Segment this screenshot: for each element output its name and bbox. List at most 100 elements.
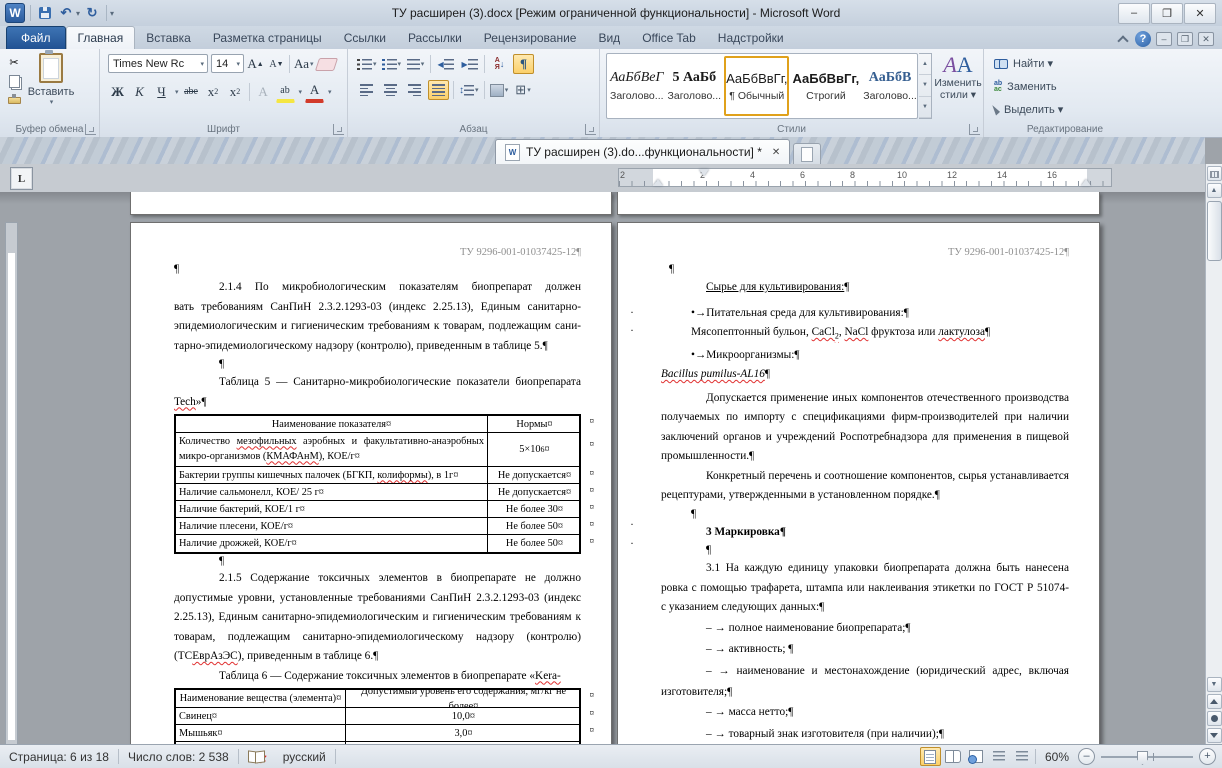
bold-button[interactable]: Ж xyxy=(108,82,127,102)
tab-references[interactable]: Ссылки xyxy=(333,27,397,49)
paste-dropdown-icon[interactable]: ▾ xyxy=(50,98,54,106)
show-formatting-marks-button[interactable]: ¶ xyxy=(513,54,535,74)
numbering-button[interactable]: ▾ xyxy=(381,54,403,74)
copy-button[interactable] xyxy=(4,74,24,89)
first-line-indent-marker[interactable] xyxy=(699,169,709,176)
italic-button[interactable]: К xyxy=(130,82,149,102)
right-indent-marker[interactable] xyxy=(1081,179,1091,186)
align-right-button[interactable] xyxy=(404,80,425,100)
hanging-indent-marker[interactable] xyxy=(653,179,663,186)
restore-button[interactable]: ❐ xyxy=(1151,2,1183,24)
gallery-down-icon[interactable]: ▼ xyxy=(919,75,931,97)
vertical-scrollbar[interactable]: ▲ ▼ xyxy=(1205,164,1222,745)
font-color-dropdown-icon[interactable]: ▾ xyxy=(328,88,332,96)
paragraph-dialog-launcher-icon[interactable] xyxy=(585,124,596,135)
document-tab[interactable]: W ТУ расширен (3).do...функциональности]… xyxy=(495,139,791,164)
tab-mailings[interactable]: Рассылки xyxy=(397,27,473,49)
underline-button[interactable]: Ч xyxy=(152,82,171,102)
page-number-indicator[interactable]: Страница: 6 из 18 xyxy=(0,745,118,768)
draft-view-button[interactable] xyxy=(1012,747,1033,766)
app-icon[interactable]: W xyxy=(5,3,25,23)
tab-stop-selector[interactable]: L xyxy=(10,167,33,190)
paste-button[interactable]: Вставить ▾ xyxy=(28,50,74,119)
sort-button[interactable]: А Я ↓ xyxy=(489,54,510,74)
borders-button[interactable]: ⊞ ▾ xyxy=(513,80,534,100)
page-right[interactable]: · · · · ТУ 9296-001-01037425-12¶ ¶ Сырье… xyxy=(617,222,1100,745)
font-size-dropdown-icon[interactable]: ▾ xyxy=(236,60,243,68)
style-item-normal-selected[interactable]: АаБбВвГг, ¶ Обычный xyxy=(724,56,790,116)
redo-button[interactable]: ↻ xyxy=(83,4,101,22)
highlight-color-button[interactable]: ab xyxy=(275,80,295,103)
doc-restore-icon[interactable]: ❐ xyxy=(1177,32,1193,46)
underline-dropdown-icon[interactable]: ▾ xyxy=(175,88,179,96)
tab-home[interactable]: Главная xyxy=(65,26,136,49)
tab-insert[interactable]: Вставка xyxy=(135,27,202,49)
zoom-slider[interactable] xyxy=(1101,749,1193,765)
tab-page-layout[interactable]: Разметка страницы xyxy=(202,27,333,49)
minimize-button[interactable]: – xyxy=(1118,2,1150,24)
cut-button[interactable]: ✂ xyxy=(4,55,24,70)
language-indicator[interactable]: русский xyxy=(274,745,335,768)
replace-button[interactable]: ab ac Заменить xyxy=(994,78,1057,95)
align-center-button[interactable] xyxy=(380,80,401,100)
print-layout-view-button[interactable] xyxy=(919,747,941,766)
tab-addins[interactable]: Надстройки xyxy=(707,27,795,49)
new-document-tab-button[interactable] xyxy=(793,143,822,164)
gallery-more-icon[interactable]: ▼ xyxy=(919,97,931,118)
outline-view-button[interactable] xyxy=(989,747,1010,766)
undo-dropdown-icon[interactable]: ▾ xyxy=(76,9,80,18)
undo-button[interactable]: ↶ xyxy=(57,4,75,22)
proofing-errors-button[interactable]: ✗ xyxy=(239,745,274,768)
shading-button[interactable]: ▾ xyxy=(489,80,510,100)
font-color-button[interactable]: А xyxy=(305,80,325,103)
scrollbar-thumb[interactable] xyxy=(1206,201,1222,261)
subscript-button[interactable]: x2 xyxy=(204,82,223,102)
line-spacing-button[interactable]: ↕ ▾ xyxy=(458,80,480,100)
page-left[interactable]: ТУ 9296-001-01037425-12¶ ¶ 2.1.4 По микр… xyxy=(130,222,612,745)
tab-office-tab[interactable]: Office Tab xyxy=(631,27,707,49)
horizontal-ruler[interactable]: 2 2 4 6 8 10 12 14 16 xyxy=(618,168,1112,187)
style-item-heading2[interactable]: 5 АаБб Заголово... xyxy=(667,56,723,116)
close-button[interactable]: ✕ xyxy=(1184,2,1216,24)
select-button[interactable]: Выделить ▾ xyxy=(992,101,1063,118)
increase-indent-button[interactable]: ▶ xyxy=(459,54,480,74)
strikethrough-button[interactable]: abe xyxy=(182,82,201,102)
tab-file[interactable]: Файл xyxy=(6,26,66,49)
scroll-down-button[interactable]: ▼ xyxy=(1206,677,1222,692)
shrink-font-button[interactable]: А ▼ xyxy=(267,54,286,74)
superscript-button[interactable]: x2 xyxy=(226,82,245,102)
zoom-level-button[interactable]: 60% xyxy=(1038,750,1076,764)
web-layout-view-button[interactable] xyxy=(966,747,987,766)
ruler-toggle-button[interactable] xyxy=(1206,166,1222,181)
scroll-up-button[interactable]: ▲ xyxy=(1206,183,1222,198)
grow-font-button[interactable]: А ▲ xyxy=(246,54,265,74)
decrease-indent-button[interactable]: ◀ xyxy=(435,54,456,74)
multilevel-list-button[interactable]: ▾ xyxy=(405,54,426,74)
collapse-ribbon-icon[interactable] xyxy=(1116,35,1130,43)
document-tab-close-icon[interactable]: ✕ xyxy=(772,147,780,158)
highlight-dropdown-icon[interactable]: ▾ xyxy=(299,88,303,96)
previous-page-button[interactable] xyxy=(1206,694,1222,709)
style-item-strict[interactable]: АаБбВвГг, Строгий xyxy=(791,56,860,116)
font-dialog-launcher-icon[interactable] xyxy=(333,124,344,135)
word-count-indicator[interactable]: Число слов: 2 538 xyxy=(119,745,238,768)
find-button[interactable]: Найти ▾ xyxy=(994,55,1053,72)
change-case-button[interactable]: Аа ▾ xyxy=(293,54,315,74)
next-page-button[interactable] xyxy=(1206,728,1222,743)
bullets-button[interactable]: ▾ xyxy=(356,54,378,74)
tab-review[interactable]: Рецензирование xyxy=(473,27,588,49)
styles-dialog-launcher-icon[interactable] xyxy=(969,124,980,135)
style-item-heading1[interactable]: АаБбВеГ Заголово... xyxy=(609,56,665,116)
zoom-slider-thumb[interactable] xyxy=(1137,751,1148,765)
save-button[interactable] xyxy=(36,4,54,22)
zoom-out-button[interactable]: – xyxy=(1078,748,1095,765)
align-left-button[interactable] xyxy=(356,80,377,100)
style-item-heading3[interactable]: АаБбВ Заголово... xyxy=(862,56,918,116)
font-name-dropdown-icon[interactable]: ▾ xyxy=(200,60,207,68)
format-painter-button[interactable] xyxy=(4,93,24,108)
doc-minimize-icon[interactable]: – xyxy=(1156,32,1172,46)
font-name-combobox[interactable]: Times New Rc ▾ xyxy=(108,54,208,73)
help-icon[interactable]: ? xyxy=(1135,31,1151,47)
doc-close-icon[interactable]: ✕ xyxy=(1198,32,1214,46)
clipboard-dialog-launcher-icon[interactable] xyxy=(85,124,96,135)
